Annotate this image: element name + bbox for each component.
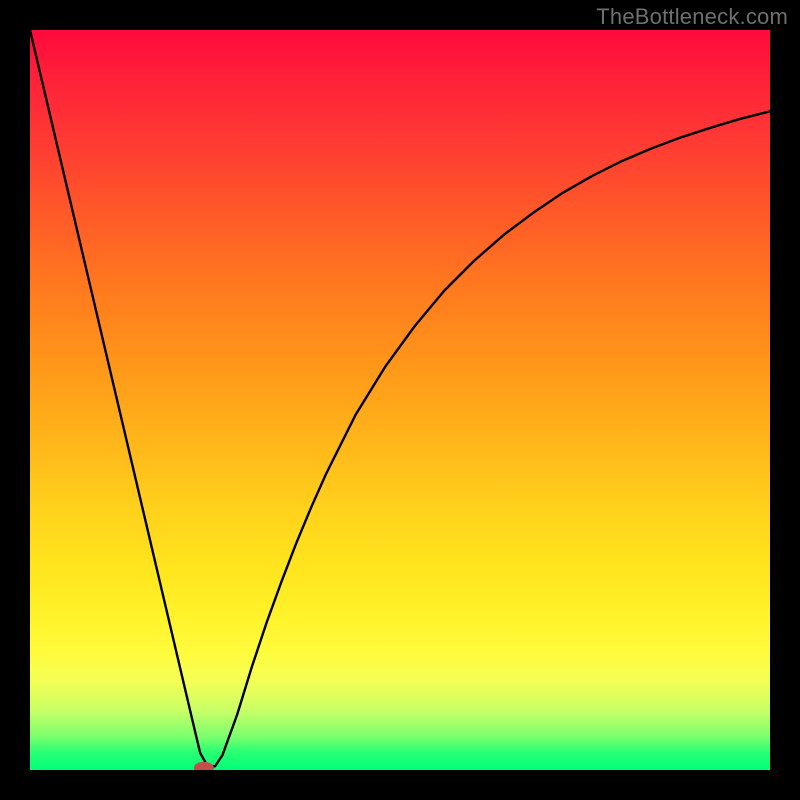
chart-frame: TheBottleneck.com (0, 0, 800, 800)
curve-path (30, 30, 770, 766)
chart-svg (30, 30, 770, 770)
min-marker (194, 762, 214, 770)
watermark-text: TheBottleneck.com (596, 4, 788, 30)
chart-plot-area (30, 30, 770, 770)
